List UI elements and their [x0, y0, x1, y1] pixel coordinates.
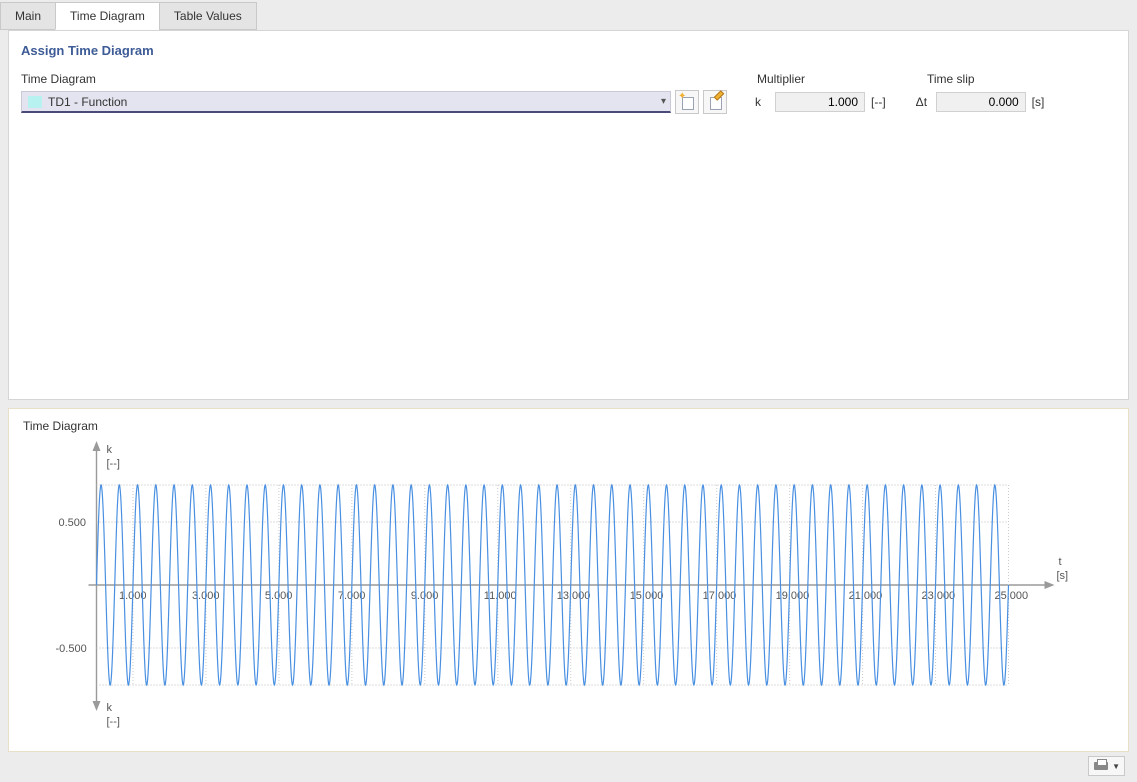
tab-bar: Main Time Diagram Table Values — [0, 0, 1137, 30]
new-file-icon — [680, 95, 694, 109]
svg-text:0.500: 0.500 — [59, 517, 87, 529]
svg-text:[--]: [--] — [107, 458, 120, 470]
chart-title: Time Diagram — [23, 419, 1114, 433]
chart-panel: Time Diagram k [--] k [--] t [s] 0.500 -… — [8, 408, 1129, 752]
multiplier-symbol: k — [755, 95, 775, 109]
svg-text:k: k — [107, 702, 113, 714]
assign-panel: Assign Time Diagram Time Diagram Multipl… — [8, 30, 1129, 400]
label-time-slip: Time slip — [923, 72, 975, 86]
tab-time-diagram[interactable]: Time Diagram — [55, 2, 160, 30]
multiplier-unit: [--] — [871, 95, 886, 109]
time-diagram-chart: k [--] k [--] t [s] 0.500 -0.500 1.0003.… — [23, 435, 1114, 735]
new-diagram-button[interactable] — [675, 90, 699, 114]
timeslip-input[interactable] — [936, 92, 1026, 112]
svg-text:[--]: [--] — [107, 716, 120, 728]
label-time-diagram: Time Diagram — [21, 72, 681, 86]
svg-text:[s]: [s] — [1057, 570, 1069, 582]
multiplier-input[interactable] — [775, 92, 865, 112]
printer-icon — [1093, 759, 1109, 773]
dropdown-color-swatch — [28, 96, 42, 108]
label-multiplier: Multiplier — [753, 72, 923, 86]
chevron-down-icon: ▾ — [661, 96, 666, 107]
chevron-down-icon: ▼ — [1112, 762, 1120, 771]
edit-diagram-button[interactable] — [703, 90, 727, 114]
print-button[interactable]: ▼ — [1088, 756, 1125, 776]
svg-text:t: t — [1059, 556, 1062, 568]
svg-text:-0.500: -0.500 — [56, 643, 87, 655]
edit-file-icon — [708, 95, 722, 109]
timeslip-unit: [s] — [1032, 95, 1045, 109]
tab-table-values[interactable]: Table Values — [159, 2, 257, 30]
dropdown-selected-text: TD1 - Function — [48, 95, 661, 109]
svg-text:k: k — [107, 444, 113, 456]
time-diagram-dropdown[interactable]: TD1 - Function ▾ — [21, 91, 671, 113]
footer-bar: ▼ — [0, 752, 1137, 780]
timeslip-symbol: Δt — [916, 95, 936, 109]
section-title: Assign Time Diagram — [21, 43, 1116, 58]
tab-main[interactable]: Main — [0, 2, 56, 30]
